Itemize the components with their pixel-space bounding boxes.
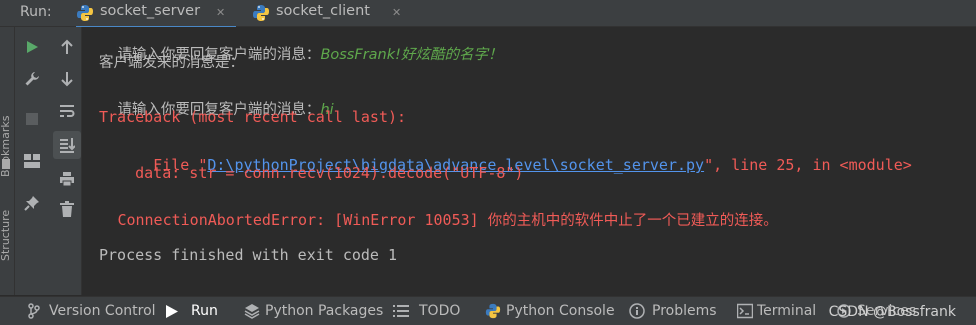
modify-run-configuration-icon[interactable]: [20, 67, 44, 91]
scroll-to-end-icon[interactable]: [53, 131, 81, 159]
problems-button[interactable]: Problems: [629, 302, 717, 323]
run-label: Run:: [20, 4, 52, 20]
tab-label: socket_client: [276, 3, 370, 19]
tab-label: socket_server: [100, 3, 201, 19]
watermark-text: CSDN @Bossfrank: [828, 304, 956, 320]
run-tool-window-header: Run: socket_server ✕ socket_client ✕: [0, 0, 976, 29]
layout-icon[interactable]: [20, 149, 44, 173]
terminal-button[interactable]: Terminal: [736, 302, 816, 323]
traceback-header: Traceback (most recent call last):: [99, 108, 407, 126]
python-file-icon: [252, 4, 270, 26]
python-packages-button[interactable]: Python Packages: [244, 302, 383, 323]
error-message-line: ConnectionAbortedError: [WinError 10053]…: [117, 211, 778, 229]
info-icon: [629, 303, 645, 323]
todo-button[interactable]: TODO: [393, 302, 461, 322]
console-line-client-message: 客户端发来的消息是：: [99, 55, 244, 71]
pin-icon[interactable]: [20, 191, 44, 215]
layers-icon: [244, 303, 260, 323]
soft-wrap-icon[interactable]: [55, 99, 79, 123]
traceback-code-line: data: str = conn.recv(1024).decode("UTF-…: [99, 164, 524, 182]
up-arrow-icon[interactable]: [55, 35, 79, 59]
run-icon: [166, 305, 178, 322]
close-icon[interactable]: ✕: [392, 6, 401, 19]
console-output[interactable]: 请输入你要回复客户端的消息：BossFrank!好炫酷的名字！ 客户端发来的消息…: [82, 27, 976, 295]
list-icon: [393, 303, 409, 323]
python-console-button[interactable]: Python Console: [485, 302, 615, 323]
stop-icon[interactable]: [20, 107, 44, 131]
down-arrow-icon[interactable]: [55, 67, 79, 91]
python-icon: [485, 303, 501, 323]
run-toolbar: [15, 27, 82, 295]
process-exit-line: Process finished with exit code 1: [99, 246, 398, 264]
structure-stripe-button[interactable]: Structure: [0, 210, 12, 261]
rerun-icon[interactable]: [20, 35, 44, 59]
python-file-icon: [76, 4, 94, 26]
tab-socket-client[interactable]: socket_client ✕: [252, 0, 412, 26]
left-tool-stripe: Bookmarks Structure: [0, 27, 15, 295]
trash-icon[interactable]: [55, 197, 79, 221]
close-icon[interactable]: ✕: [216, 6, 225, 19]
terminal-icon: [736, 303, 754, 323]
run-button[interactable]: Run: [166, 302, 228, 322]
tab-socket-server[interactable]: socket_server ✕: [76, 0, 236, 29]
user-input-text: BossFrank!好炫酷的名字！: [320, 47, 503, 63]
print-icon[interactable]: [55, 167, 79, 191]
version-control-button[interactable]: Version Control: [28, 302, 156, 323]
bookmark-icon: [2, 159, 10, 169]
branch-icon: [28, 303, 40, 323]
